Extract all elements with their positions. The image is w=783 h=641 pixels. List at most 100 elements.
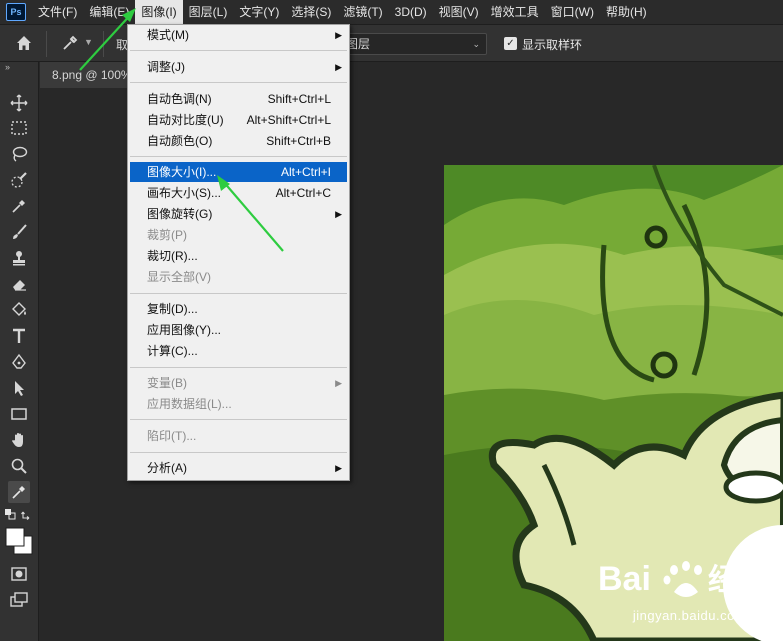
submenu-arrow-icon: ▶ [335, 378, 342, 388]
menu-plugins[interactable]: 增效工具 [485, 0, 545, 24]
menu-item-label: 模式(M) [147, 28, 189, 42]
menu-item-label: 显示全部(V) [147, 270, 211, 284]
menu-item-apply-image[interactable]: 应用图像(Y)... [130, 320, 347, 340]
menu-item-apply-data-set: 应用数据组(L)... [130, 394, 347, 414]
menu-view[interactable]: 视图(V) [433, 0, 485, 24]
submenu-arrow-icon: ▶ [335, 62, 342, 72]
eyedropper-tool-icon[interactable] [8, 195, 30, 217]
eyedropper-preset-icon[interactable] [60, 33, 80, 53]
baidu-jingyan-watermark: Bai 经验 jingyan.baidu.com [596, 552, 783, 632]
menu-separator [130, 367, 347, 368]
menu-item-trim[interactable]: 裁切(R)... [130, 246, 347, 266]
menu-item-calculations[interactable]: 计算(C)... [130, 341, 347, 361]
menu-file[interactable]: 文件(F) [32, 0, 83, 24]
path-select-icon[interactable] [8, 377, 30, 399]
marquee-icon[interactable] [8, 117, 30, 139]
menu-item-label: 裁剪(P) [147, 228, 187, 242]
rectangle-icon[interactable] [8, 403, 30, 425]
show-ring-checkbox[interactable]: ✓ [504, 37, 517, 50]
quick-select-icon[interactable] [8, 169, 30, 191]
screen-mode-icon[interactable] [8, 589, 30, 611]
menu-select[interactable]: 选择(S) [285, 0, 337, 24]
menu-3d[interactable]: 3D(D) [389, 0, 433, 24]
menu-item-adjustments[interactable]: 调整(J) ▶ [130, 57, 347, 77]
menu-item-label: 画布大小(S)... [147, 186, 221, 200]
tools-panel: ›› [0, 62, 39, 641]
menu-item-trap: 陷印(T)... [130, 426, 347, 446]
menu-edit[interactable]: 编辑(E) [83, 0, 135, 24]
menu-window[interactable]: 窗口(W) [545, 0, 600, 24]
menu-type[interactable]: 文字(Y) [233, 0, 285, 24]
menu-item-image-rotation[interactable]: 图像旋转(G) ▶ [130, 204, 347, 224]
menu-item-auto-color[interactable]: 自动颜色(O) Shift+Ctrl+B [130, 131, 347, 151]
move-icon[interactable] [8, 92, 30, 114]
menu-separator [130, 419, 347, 420]
menu-item-shortcut: Shift+Ctrl+L [267, 92, 331, 106]
menu-item-shortcut: Alt+Shift+Ctrl+L [246, 113, 331, 127]
menu-item-label: 自动色调(N) [147, 92, 212, 106]
menu-item-variables: 变量(B) ▶ [130, 373, 347, 393]
color-sampler-icon[interactable] [8, 481, 30, 503]
type-icon[interactable] [8, 325, 30, 347]
collapse-panel-icon[interactable]: ›› [5, 62, 10, 72]
menu-item-label: 计算(C)... [147, 344, 198, 358]
menu-item-shortcut: Shift+Ctrl+B [266, 134, 331, 148]
menu-item-reveal-all: 显示全部(V) [130, 267, 347, 287]
menu-item-label: 调整(J) [147, 60, 185, 74]
menu-separator [130, 82, 347, 83]
menu-item-mode[interactable]: 模式(M) ▶ [130, 25, 347, 45]
svg-text:Bai: Bai [598, 560, 651, 598]
menu-item-label: 自动颜色(O) [147, 134, 213, 148]
menu-layer[interactable]: 图层(L) [183, 0, 234, 24]
paint-bucket-icon[interactable] [8, 299, 30, 321]
watermark-url: jingyan.baidu.com [632, 608, 747, 623]
svg-text:经验: 经验 [708, 563, 768, 598]
menu-item-label: 图像旋转(G) [147, 207, 213, 221]
stamp-icon[interactable] [8, 247, 30, 269]
menu-item-auto-contrast[interactable]: 自动对比度(U) Alt+Shift+Ctrl+L [130, 110, 347, 130]
quick-mask-icon[interactable] [8, 563, 30, 585]
menu-item-label: 变量(B) [147, 376, 187, 390]
menu-item-image-size[interactable]: 图像大小(I)... Alt+Ctrl+I [130, 162, 347, 182]
options-bar: ▼ 取 图层 ⌄ ✓ 显示取样环 [0, 24, 783, 62]
menu-item-auto-tone[interactable]: 自动色调(N) Shift+Ctrl+L [130, 89, 347, 109]
menu-item-label: 陷印(T)... [147, 429, 197, 443]
chevron-down-icon[interactable]: ▼ [84, 37, 93, 47]
menu-separator [130, 156, 347, 157]
menu-item-analysis[interactable]: 分析(A) ▶ [130, 458, 347, 478]
show-ring-label: 显示取样环 [522, 38, 583, 52]
menu-item-duplicate[interactable]: 复制(D)... [130, 299, 347, 319]
menu-bar: Ps 文件(F) 编辑(E) 图像(I) 图层(L) 文字(Y) 选择(S) 滤… [0, 0, 783, 24]
menu-item-label: 应用数据组(L)... [147, 397, 232, 411]
menu-separator [130, 452, 347, 453]
lasso-icon[interactable] [8, 143, 30, 165]
sample-layer-select[interactable]: 图层 ⌄ [337, 33, 487, 55]
menu-image[interactable]: 图像(I) [135, 0, 183, 24]
menu-item-crop: 裁剪(P) [130, 225, 347, 245]
zoom-icon[interactable] [8, 455, 30, 477]
default-colors-icon[interactable] [3, 507, 17, 521]
photoshop-logo[interactable]: Ps [6, 3, 26, 21]
chevron-down-icon: ⌄ [472, 39, 480, 49]
options-divider [103, 31, 104, 57]
menu-item-canvas-size[interactable]: 画布大小(S)... Alt+Ctrl+C [130, 183, 347, 203]
menu-separator [130, 293, 347, 294]
menu-item-label: 复制(D)... [147, 302, 198, 316]
menu-item-label: 应用图像(Y)... [147, 323, 221, 337]
swap-colors-icon[interactable] [20, 507, 34, 521]
menu-filter[interactable]: 滤镜(T) [337, 0, 388, 24]
menu-item-label: 裁切(R)... [147, 249, 198, 263]
menu-help[interactable]: 帮助(H) [600, 0, 653, 24]
submenu-arrow-icon: ▶ [335, 30, 342, 40]
submenu-arrow-icon: ▶ [335, 209, 342, 219]
options-divider [46, 31, 47, 57]
image-menu-dropdown: 模式(M) ▶ 调整(J) ▶ 自动色调(N) Shift+Ctrl+L 自动对… [127, 24, 350, 481]
menu-item-label: 分析(A) [147, 461, 187, 475]
hand-icon[interactable] [8, 429, 30, 451]
brush-icon[interactable] [8, 221, 30, 243]
menu-item-label: 自动对比度(U) [147, 113, 224, 127]
home-icon[interactable] [14, 33, 34, 53]
foreground-background-icon[interactable] [4, 526, 36, 558]
eraser-icon[interactable] [8, 273, 30, 295]
pen-icon[interactable] [8, 351, 30, 373]
